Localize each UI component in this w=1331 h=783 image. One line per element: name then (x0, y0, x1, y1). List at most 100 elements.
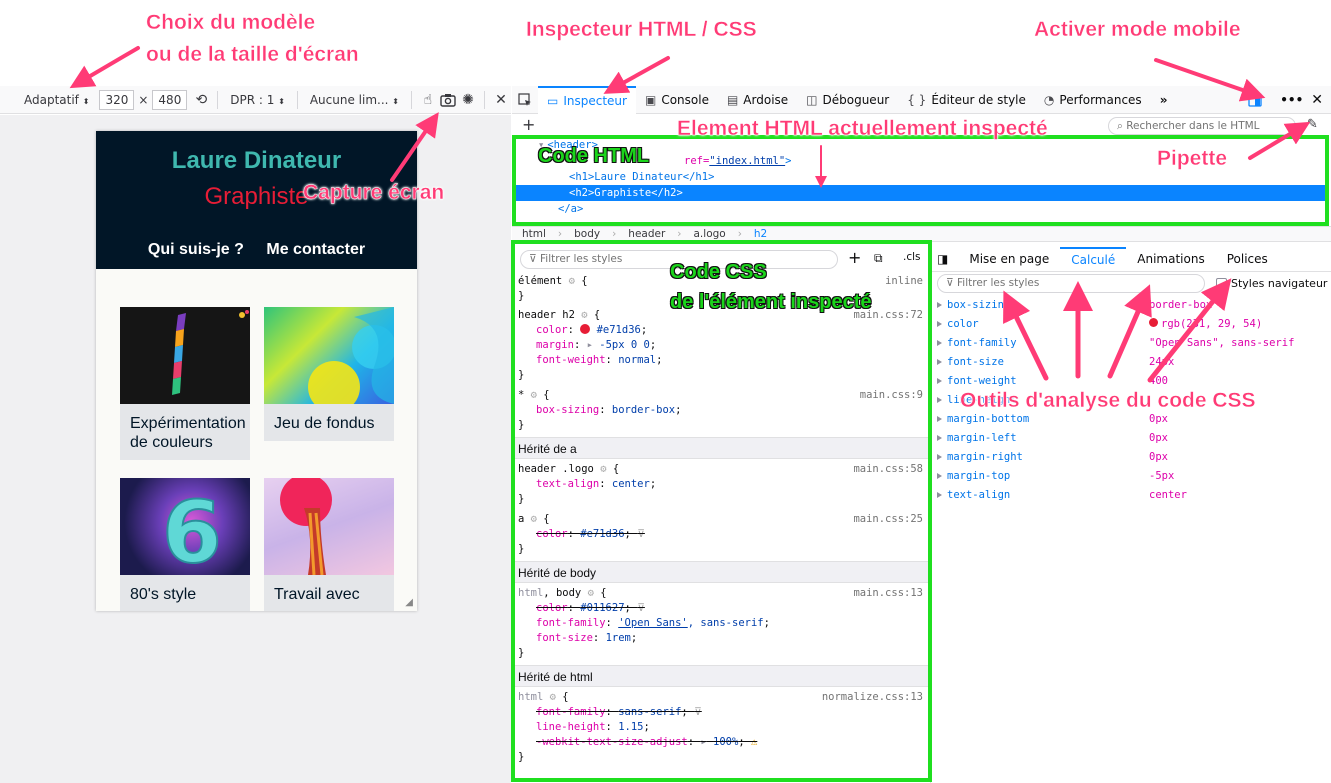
computed-property: margin-top (947, 470, 1011, 482)
breadcrumb-item[interactable]: body (574, 228, 600, 240)
performance-icon: ◔ (1043, 92, 1055, 107)
resize-handle-icon[interactable]: ◢ (405, 597, 413, 608)
times-sign: × (138, 92, 149, 107)
rotate-icon[interactable]: ⟲ (191, 89, 211, 111)
tab-computed[interactable]: Calculé (1060, 246, 1127, 271)
computed-property: margin-left (947, 432, 1017, 444)
project-card[interactable]: Expérimentation de couleurs (120, 307, 250, 461)
computed-value-wrap: rgb(231, 29, 54) (1149, 315, 1262, 334)
annotation-screenshot: Capture écran (303, 181, 445, 204)
tab-style-editor-label: Éditeur de style (931, 92, 1026, 107)
throttle-label: Aucune lim... (309, 92, 389, 107)
viewport-width-input[interactable]: 320 (99, 89, 135, 110)
checkbox[interactable] (1216, 278, 1227, 289)
chevron-right-icon: › (557, 228, 563, 240)
nav-link-contact[interactable]: Me contacter (266, 241, 365, 258)
chevron-right-icon: › (737, 228, 742, 240)
throttle-select[interactable]: Aucune lim... ⬍ (304, 93, 405, 107)
element-picker-icon[interactable] (512, 86, 538, 114)
tab-debugger[interactable]: ◫ Débogueur (797, 86, 898, 114)
tab-inspector-label: Inspecteur (563, 93, 627, 108)
screenshot-camera-icon[interactable] (438, 89, 458, 111)
annotation-inspector: Inspecteur HTML / CSS (526, 18, 757, 41)
project-card[interactable]: 6 80's style (120, 478, 250, 611)
computed-row[interactable]: font-family "Open Sans", sans-serif (937, 334, 1294, 353)
device-preset-label: Adaptatif (24, 92, 79, 107)
project-caption: Expérimentation de couleurs (130, 415, 246, 452)
computed-filter-input[interactable]: ⊽ Filtrer les styles (937, 274, 1205, 293)
tab-console[interactable]: ▣ Console (636, 86, 718, 114)
more-tabs-button[interactable]: » (1151, 86, 1177, 114)
project-caption: 80's style (130, 586, 197, 603)
inspector-icon: ▭ (547, 93, 559, 108)
project-thumbnail (120, 307, 250, 404)
toggle-sidebar-icon[interactable]: ◨ (937, 252, 948, 266)
breadcrumb-item-current[interactable]: h2 (754, 228, 767, 240)
breadcrumb-item[interactable]: header (628, 228, 665, 240)
more-options-icon[interactable]: ••• (1280, 93, 1303, 107)
settings-gear-icon[interactable]: ✺ (458, 89, 478, 111)
close-devtools-icon[interactable]: ✕ (1311, 92, 1323, 108)
annotation-code-css-2: de l'élément inspecté (670, 291, 872, 313)
tab-fonts[interactable]: Polices (1216, 252, 1279, 266)
annotation-inspected-element: Element HTML actuellement inspecté (677, 117, 1048, 140)
project-card[interactable]: Travail avec (264, 474, 394, 611)
site-title[interactable]: Laure Dinateur (96, 147, 417, 175)
tab-animations[interactable]: Animations (1126, 252, 1215, 266)
computed-value: rgb(231, 29, 54) (1161, 318, 1263, 330)
divider (217, 90, 219, 109)
sidebar-tabs: ◨ Mise en page Calculé Animations Police… (931, 246, 1331, 272)
tab-style-editor[interactable]: { } Éditeur de style (898, 86, 1035, 114)
computed-property: font-family (947, 337, 1017, 349)
tab-scratchpad[interactable]: ▤ Ardoise (718, 86, 797, 114)
tab-performance[interactable]: ◔ Performances (1035, 86, 1151, 114)
browser-styles-toggle[interactable]: Styles navigateur (1216, 277, 1327, 290)
tab-performance-label: Performances (1059, 92, 1142, 107)
computed-value: center (1149, 489, 1187, 501)
html-search-placeholder: Rechercher dans le HTML (1126, 120, 1260, 132)
divider (484, 90, 485, 109)
braces-icon: { } (907, 92, 927, 107)
touch-simulation-icon[interactable]: ☝ (418, 89, 438, 111)
project-card[interactable]: Jeu de fondus (264, 307, 396, 442)
search-icon: ⌕ (1117, 120, 1123, 132)
computed-value: 0px (1149, 432, 1168, 444)
computed-value: "Open Sans", sans-serif (1149, 337, 1295, 349)
tab-console-label: Console (661, 92, 709, 107)
computed-row[interactable]: margin-right 0px (937, 448, 1168, 467)
computed-row[interactable]: box-sizing border-box (937, 296, 1212, 315)
dpr-select[interactable]: DPR : 1 ⬍ (224, 93, 291, 107)
computed-row[interactable]: margin-top -5px (937, 467, 1174, 486)
breadcrumb-item[interactable]: a.logo (694, 228, 726, 240)
debugger-icon: ◫ (806, 92, 818, 107)
expand-arrow-icon (937, 302, 942, 308)
html-search-input[interactable]: ⌕ Rechercher dans le HTML (1108, 117, 1296, 135)
console-icon: ▣ (644, 92, 657, 107)
device-preset-select[interactable]: Adaptatif ⬍ (18, 93, 95, 107)
annotation-eyedropper: Pipette (1157, 147, 1228, 170)
computed-row[interactable]: margin-left 0px (937, 429, 1168, 448)
computed-value: border-box (1149, 299, 1213, 311)
computed-row[interactable]: font-size 24px (937, 353, 1174, 372)
viewport-height-input[interactable]: 480 (152, 89, 188, 110)
tab-inspector[interactable]: ▭ Inspecteur (538, 85, 636, 114)
computed-filter-placeholder: Filtrer les styles (957, 277, 1040, 289)
close-rdm-icon[interactable]: ✕ (491, 89, 511, 111)
annotation-css-tools: Outils d'analyse du code CSS (960, 389, 1256, 412)
project-thumbnail (264, 474, 394, 576)
arrow (603, 56, 670, 94)
responsive-mode-icon[interactable] (1244, 89, 1266, 111)
add-node-icon[interactable]: + (522, 115, 535, 134)
annotation-model-choice: Choix du modèle (146, 11, 316, 34)
computed-panel: ◨ Mise en page Calculé Animations Police… (931, 244, 1331, 783)
eyedropper-icon[interactable]: ✎ (1307, 117, 1318, 132)
svg-text:6: 6 (162, 483, 222, 575)
nav-link-about[interactable]: Qui suis-je ? (148, 241, 244, 258)
computed-value: 0px (1149, 451, 1168, 463)
expand-arrow-icon (937, 359, 942, 365)
computed-row[interactable]: text-align center (937, 486, 1187, 505)
breadcrumb-item[interactable]: html (522, 228, 546, 240)
computed-row[interactable]: color rgb(231, 29, 54) (937, 315, 1262, 334)
tab-layout[interactable]: Mise en page (958, 252, 1060, 266)
site-nav: Qui suis-je ? Me contacter (96, 241, 417, 259)
